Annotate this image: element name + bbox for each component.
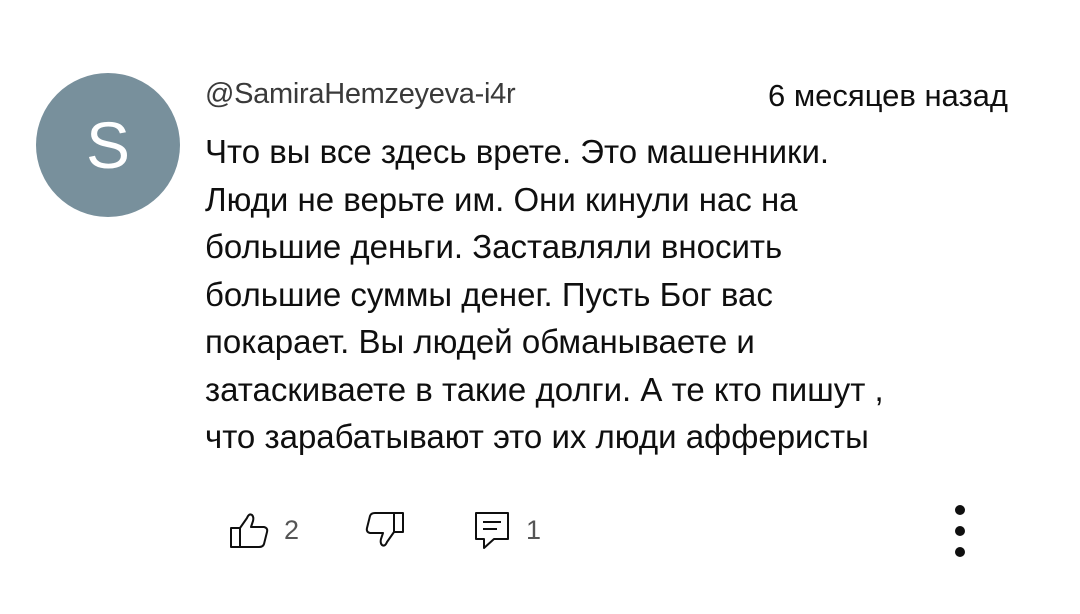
comment-author[interactable]: @SamiraHemzeyeva-i4r	[205, 78, 516, 111]
thumbs-down-icon	[365, 512, 404, 547]
more-vertical-icon	[955, 505, 965, 557]
avatar[interactable]: S	[36, 73, 180, 217]
reply-button[interactable]: 1	[472, 508, 541, 552]
comment-timestamp: 6 месяцев назад	[768, 78, 1008, 113]
like-button[interactable]: 2	[228, 508, 299, 552]
thumbs-up-icon	[230, 513, 269, 548]
comment-line: большие суммы денег. Пусть Бог вас	[205, 275, 773, 313]
more-options-button[interactable]	[946, 503, 974, 559]
comment-line: Что вы все здесь врете. Это машенники.	[205, 133, 830, 170]
avatar-letter: S	[85, 108, 131, 182]
dislike-button[interactable]	[364, 508, 406, 552]
comment-line: большие деньги. Заставляли вносить	[205, 228, 783, 265]
like-count: 2	[284, 514, 300, 545]
reply-icon	[475, 512, 509, 549]
comment-actions: 2 1	[228, 508, 1028, 552]
comment-line: покарает. Вы людей обманываете и	[205, 323, 755, 360]
comment-line: Люди не верьте им. Они кинули нас на	[205, 180, 798, 218]
reply-count: 1	[526, 514, 542, 545]
comment-text: Что вы все здесь врете. Это машенники. Л…	[205, 128, 1025, 461]
comment-line: что зарабатывают это их люди афферисты	[205, 418, 869, 455]
comment-line: затаскиваете в такие долги. А те кто пиш…	[205, 370, 884, 408]
